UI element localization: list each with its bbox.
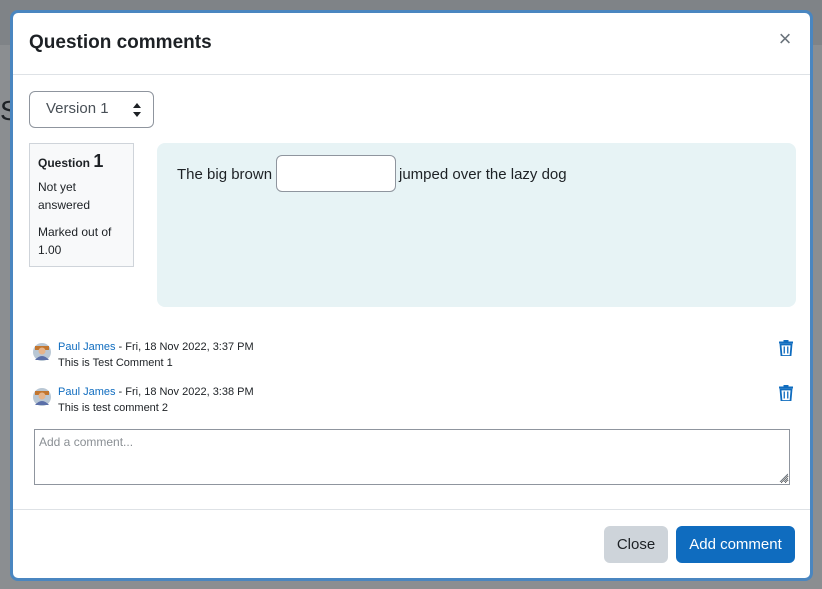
question-comments-dialog: Question comments × Version 1 Question 1… bbox=[10, 10, 813, 581]
comment-item: Paul James - Fri, 18 Nov 2022, 3:38 PM T… bbox=[33, 383, 793, 419]
comment-meta: Paul James - Fri, 18 Nov 2022, 3:37 PM bbox=[58, 341, 254, 353]
comment-date: - Fri, 18 Nov 2022, 3:38 PM bbox=[115, 386, 254, 398]
question-grade: Marked out of 1.00 bbox=[38, 225, 112, 257]
question-text-after: jumped over the lazy dog bbox=[399, 166, 567, 183]
modal-title: Question comments bbox=[29, 32, 212, 53]
gap-answer-input[interactable] bbox=[276, 155, 396, 192]
comment-meta: Paul James - Fri, 18 Nov 2022, 3:38 PM bbox=[58, 386, 254, 398]
question-state: Not yet answered bbox=[38, 180, 91, 212]
comment-author-link[interactable]: Paul James bbox=[58, 341, 115, 353]
comment-author-link[interactable]: Paul James bbox=[58, 386, 115, 398]
trash-icon[interactable] bbox=[779, 385, 793, 401]
question-label: Question bbox=[38, 156, 91, 170]
close-icon[interactable]: × bbox=[777, 28, 793, 50]
comment-text: This is test comment 2 bbox=[58, 402, 169, 414]
question-text-before: The big brown bbox=[177, 166, 273, 183]
user-avatar-icon bbox=[33, 343, 51, 361]
comment-date: - Fri, 18 Nov 2022, 3:37 PM bbox=[115, 341, 254, 353]
version-select[interactable]: Version 1 bbox=[29, 91, 154, 128]
add-comment-button[interactable]: Add comment bbox=[676, 526, 795, 563]
add-comment-textarea[interactable] bbox=[34, 429, 790, 485]
question-number-value: 1 bbox=[93, 151, 104, 171]
modal-header: Question comments × bbox=[13, 13, 810, 75]
question-content: The big brown jumped over the lazy dog bbox=[157, 143, 796, 307]
comment-text: This is Test Comment 1 bbox=[58, 357, 173, 369]
trash-icon[interactable] bbox=[779, 340, 793, 356]
question-info-panel: Question 1 Not yet answered Marked out o… bbox=[29, 143, 134, 267]
question-number: Question 1 bbox=[38, 152, 125, 172]
user-avatar-icon bbox=[33, 388, 51, 406]
comment-item: Paul James - Fri, 18 Nov 2022, 3:37 PM T… bbox=[33, 338, 793, 374]
modal-footer: Close Add comment bbox=[13, 509, 810, 578]
version-select-value: Version 1 bbox=[46, 100, 109, 117]
close-button[interactable]: Close bbox=[604, 526, 668, 563]
sort-arrows-icon bbox=[133, 103, 141, 117]
